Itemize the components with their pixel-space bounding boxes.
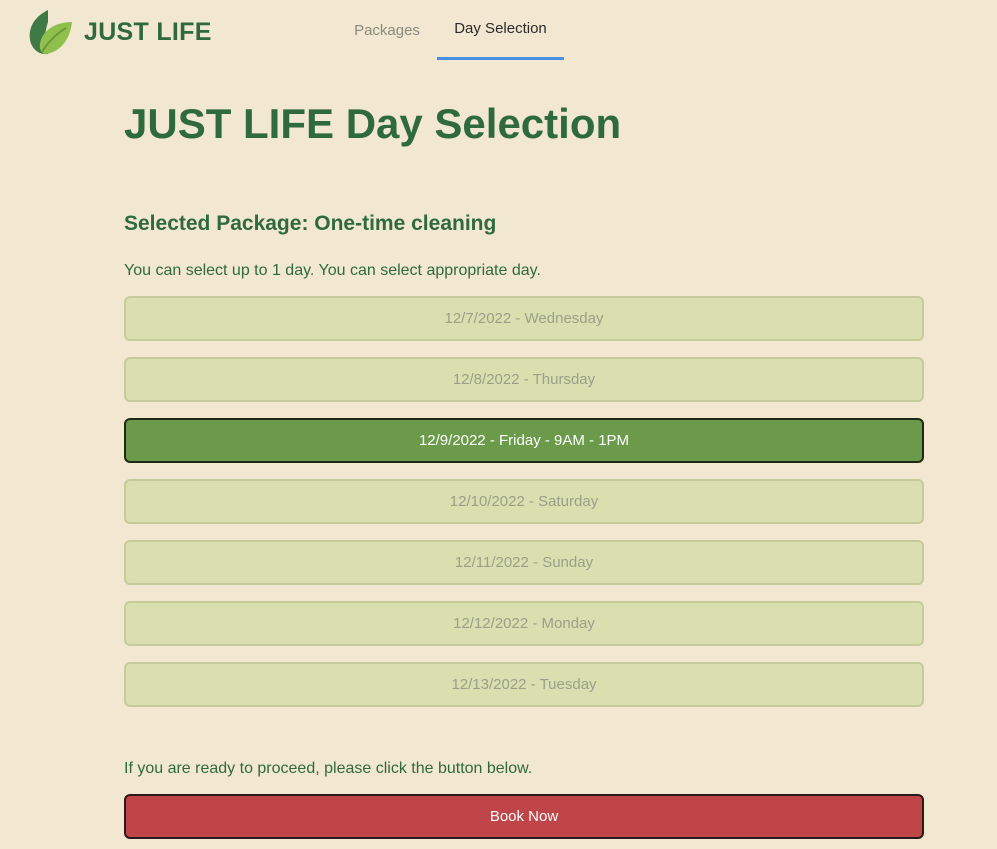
day-list: 12/7/2022 - Wednesday 12/8/2022 - Thursd…: [124, 296, 924, 723]
instructions-text: You can select up to 1 day. You can sele…: [124, 262, 541, 279]
tab-packages[interactable]: Packages: [345, 0, 429, 60]
day-option-saturday[interactable]: 12/10/2022 - Saturday: [124, 479, 924, 524]
day-option-monday[interactable]: 12/12/2022 - Monday: [124, 601, 924, 646]
proceed-text: If you are ready to proceed, please clic…: [124, 760, 533, 777]
day-option-thursday[interactable]: 12/8/2022 - Thursday: [124, 357, 924, 402]
day-option-wednesday[interactable]: 12/7/2022 - Wednesday: [124, 296, 924, 341]
logo[interactable]: JUST LIFE: [26, 8, 212, 56]
day-option-sunday[interactable]: 12/11/2022 - Sunday: [124, 540, 924, 585]
day-option-friday[interactable]: 12/9/2022 - Friday - 9AM - 1PM: [124, 418, 924, 463]
tab-day-selection[interactable]: Day Selection: [437, 0, 564, 60]
leaf-logo-icon: [26, 8, 74, 56]
page: JUST LIFE Packages Day Selection JUST LI…: [0, 0, 997, 849]
selected-package-heading: Selected Package: One-time cleaning: [124, 212, 497, 235]
day-option-tuesday[interactable]: 12/13/2022 - Tuesday: [124, 662, 924, 707]
book-now-button[interactable]: Book Now: [124, 794, 924, 839]
brand-name: JUST LIFE: [84, 17, 212, 46]
page-title: JUST LIFE Day Selection: [124, 100, 622, 147]
